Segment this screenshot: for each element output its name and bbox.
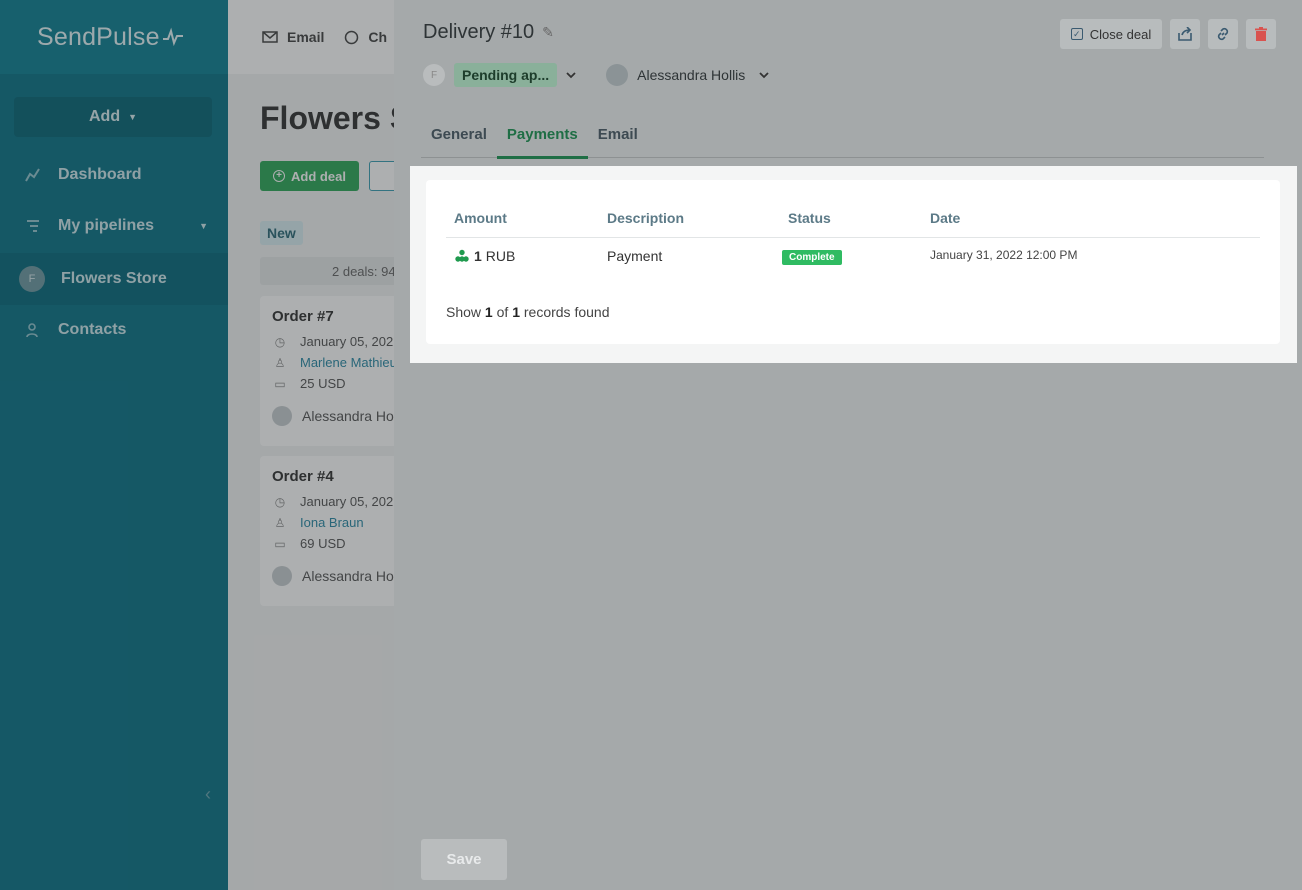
deal-title: Delivery #10 ✎ — [423, 21, 554, 44]
owner-selector[interactable]: Alessandra Hollis — [606, 64, 769, 86]
payment-amount: 1 RUB — [454, 248, 515, 264]
records-suffix: records found — [523, 304, 610, 320]
records-count-total: 1 — [512, 304, 520, 320]
payments-panel-wrapper: Amount Description Status Date 1 RUB Pay… — [410, 166, 1297, 363]
deal-title-text: Delivery #10 — [423, 21, 535, 43]
tab-general[interactable]: General — [421, 110, 497, 158]
payment-description: Payment — [607, 248, 663, 264]
link-button[interactable] — [1208, 19, 1238, 49]
payment-currency: RUB — [485, 248, 516, 264]
payments-table-header: Amount Description Status Date — [446, 206, 1260, 238]
deal-drawer: Delivery #10 ✎ F Pending ap... Alessandr… — [394, 0, 1302, 890]
delete-button[interactable] — [1246, 19, 1276, 49]
pencil-icon[interactable]: ✎ — [542, 24, 554, 41]
share-icon — [1178, 27, 1192, 41]
close-deal-label: Close deal — [1089, 26, 1152, 42]
tab-payments[interactable]: Payments — [496, 110, 588, 159]
deal-tabs: General Payments Email — [421, 110, 1264, 159]
checkbox-icon: ✓ — [1070, 28, 1083, 40]
chevron-down-icon[interactable] — [566, 70, 576, 80]
records-count-shown: 1 — [484, 304, 493, 320]
owner-name: Alessandra Hollis — [637, 67, 746, 83]
status-badge[interactable]: Pending ap... — [454, 63, 558, 87]
link-icon — [1217, 27, 1229, 41]
records-count: Show 1 of 1 records found — [446, 304, 609, 320]
records-of: of — [496, 304, 509, 320]
column-header-amount: Amount — [454, 210, 507, 226]
pipeline-avatar: F — [423, 64, 445, 86]
payment-date: January 31, 2022 12:00 PM — [930, 248, 1078, 262]
chevron-down-icon[interactable] — [759, 70, 769, 80]
status-badge: Complete — [782, 250, 842, 265]
deal-status-line: F Pending ap... Alessandra Hollis — [423, 63, 769, 87]
avatar — [606, 64, 629, 86]
share-button[interactable] — [1170, 19, 1200, 49]
drawer-header: Delivery #10 ✎ F Pending ap... Alessandr… — [394, 0, 1302, 104]
save-button[interactable]: Save — [421, 839, 507, 880]
table-row[interactable]: 1 RUB Payment Complete January 31, 2022 … — [446, 246, 1260, 270]
coins-icon — [455, 249, 469, 262]
column-header-status: Status — [788, 210, 831, 226]
records-show: Show — [446, 304, 482, 320]
tab-email[interactable]: Email — [588, 110, 648, 158]
trash-icon — [1255, 26, 1267, 41]
deal-actions: ✓ Close deal — [1052, 19, 1276, 49]
payment-amount-value: 1 — [474, 248, 482, 264]
column-header-description: Description — [607, 210, 685, 226]
payments-panel: Amount Description Status Date 1 RUB Pay… — [426, 180, 1280, 344]
column-header-date: Date — [930, 210, 961, 226]
close-deal-button[interactable]: ✓ Close deal — [1060, 19, 1162, 49]
